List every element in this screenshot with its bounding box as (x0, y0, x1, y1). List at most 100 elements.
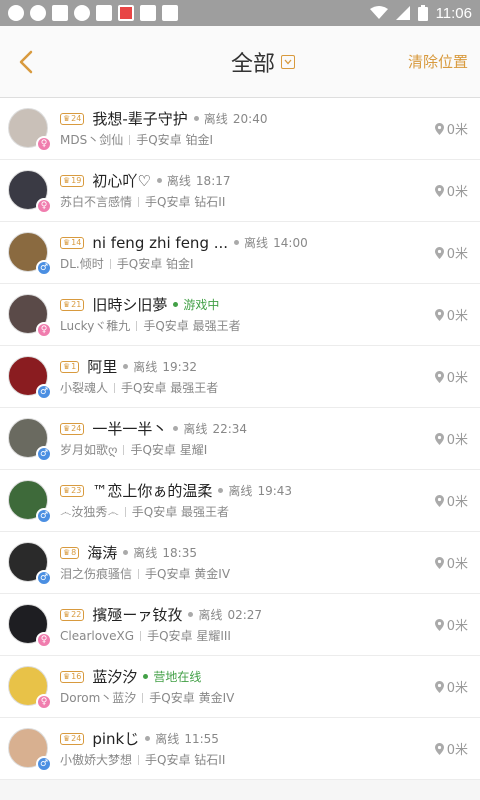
game-nickname: 小裂魂人 (60, 381, 109, 395)
level-badge: ♛ 24 (60, 112, 85, 125)
level-number: 19 (71, 175, 82, 185)
avatar[interactable]: ♂ (8, 417, 52, 462)
location-pin-icon (434, 184, 444, 197)
user-row[interactable]: ♀ ♛ 22 擯殛ーァ钕孜 离线 02:27 ClearloveXG 手Q安卓 星… (0, 594, 480, 656)
avatar[interactable]: ♂ (8, 541, 52, 586)
rank: 最强王者 (181, 505, 230, 519)
platform: 手Q安卓 (145, 195, 191, 209)
level-number: 24 (71, 113, 82, 123)
status-text: 离线 (133, 360, 158, 374)
status-text: 离线 (203, 112, 228, 126)
level-badge: ♛ 8 (60, 546, 80, 559)
rank: 钻石II (194, 195, 226, 209)
level-number: 24 (71, 733, 82, 743)
distance: 0米 (434, 553, 468, 572)
divider (138, 196, 140, 207)
distance-value: 0米 (446, 123, 468, 138)
user-row[interactable]: ♀ ♛ 21 旧時シ旧夢 游戏中 Luckyヾ稚九 手Q安卓 最强王者 0米 (0, 284, 480, 346)
user-row[interactable]: ♂ ♛ 1 阿里 离线 19:32 小裂魂人 手Q安卓 最强王者 0米 (0, 346, 480, 408)
offline-dot (188, 612, 194, 617)
game-nickname: 苏白不言感情 (60, 195, 133, 209)
location-pin-icon (434, 680, 444, 693)
avatar[interactable]: ♂ (8, 355, 52, 400)
platform: 手Q安卓 (145, 567, 191, 581)
dropdown-icon (281, 54, 295, 69)
clear-location-button[interactable]: 清除位置 (408, 51, 468, 72)
male-icon: ♂ (36, 259, 52, 276)
image-notification-icon (96, 5, 112, 21)
platform: 手Q安卓 (131, 505, 178, 519)
distance: 0米 (434, 367, 468, 386)
crown-icon: ♛ (63, 609, 71, 619)
location-pin-icon (434, 370, 444, 383)
status-text: 游戏中 (183, 298, 220, 312)
rank: 星耀I (179, 443, 208, 457)
avatar[interactable]: ♂ (8, 231, 52, 276)
divider (136, 320, 138, 331)
platform: 手Q安卓 (130, 443, 176, 457)
user-row[interactable]: ♂ ♛ 14 ni feng zhi feng ... 离线 14:00 DL.倾… (0, 222, 480, 284)
platform: 手Q安卓 (136, 133, 182, 147)
distance: 0米 (434, 615, 468, 634)
filter-selector[interactable]: 全部 (231, 46, 295, 78)
rank: 星耀III (196, 629, 231, 643)
male-icon: ♂ (36, 383, 52, 400)
avatar[interactable]: ♀ (8, 169, 52, 214)
location-pin-icon (434, 308, 444, 321)
last-seen-time: 19:32 (162, 359, 197, 374)
level-badge: ♛ 24 (60, 732, 85, 745)
distance: 0米 (434, 181, 468, 200)
user-name: 擯殛ーァ钕孜 (92, 606, 183, 624)
level-badge: ♛ 24 (60, 422, 85, 435)
platform: 手Q安卓 (149, 691, 195, 705)
distance: 0米 (434, 677, 468, 696)
user-row[interactable]: ♂ ♛ 24 一半一半丶 离线 22:34 岁月如歌ღ 手Q安卓 星耀I 0米 (0, 408, 480, 470)
divider (138, 568, 140, 579)
location-pin-icon (434, 432, 444, 445)
offline-dot (234, 240, 240, 245)
avatar[interactable]: ♀ (8, 665, 52, 710)
user-name: 蓝汐汐 (92, 668, 138, 686)
rank: 黄金IV (194, 567, 231, 581)
level-badge: ♛ 21 (60, 298, 85, 311)
divider (114, 382, 116, 393)
level-number: 14 (71, 237, 82, 247)
status-text: 离线 (244, 236, 269, 250)
user-row[interactable]: ♀ ♛ 16 蓝汐汐 营地在线 Dorom丶蓝汐 手Q安卓 黄金IV 0米 (0, 656, 480, 718)
back-button[interactable] (18, 42, 58, 82)
offline-dot (123, 550, 129, 555)
user-row[interactable]: ♀ ♛ 24 我想-辈子守护 离线 20:40 MDS丶剑仙 手Q安卓 铂金I 0… (0, 98, 480, 160)
level-badge: ♛ 16 (60, 670, 85, 683)
user-row[interactable]: ♂ ♛ 24 pinkじ 离线 11:55 小傲娇大梦想 手Q安卓 钻石II 0米 (0, 718, 480, 780)
user-row[interactable]: ♂ ♛ 8 海涛 离线 18:35 泪之伤痕骚信 手Q安卓 黄金IV 0米 (0, 532, 480, 594)
game-nickname: Luckyヾ稚九 (60, 319, 131, 333)
crown-icon: ♛ (63, 547, 71, 557)
crown-icon: ♛ (63, 671, 71, 681)
female-icon: ♀ (36, 631, 52, 648)
avatar[interactable]: ♀ (8, 603, 52, 648)
app-notification-icon (140, 5, 156, 21)
level-number: 21 (71, 299, 82, 309)
game-nickname: DL.倾时 (60, 257, 104, 271)
status-text: 离线 (228, 484, 253, 498)
divider (124, 506, 126, 517)
distance-value: 0米 (446, 743, 468, 758)
avatar[interactable]: ♀ (8, 293, 52, 338)
user-name: ™恋上你ぁ的温柔 (92, 482, 213, 500)
offline-dot (123, 364, 129, 369)
offline-dot (193, 116, 199, 121)
status-text: 营地在线 (153, 670, 202, 684)
notification-icons (8, 5, 370, 21)
signal-icon (395, 6, 410, 20)
avatar[interactable]: ♂ (8, 727, 52, 772)
location-pin-icon (434, 742, 444, 755)
app-notification-icon (52, 5, 68, 21)
chevron-left-icon (19, 50, 33, 73)
user-row[interactable]: ♀ ♛ 19 初心吖♡ 离线 18:17 苏白不言感情 手Q安卓 钻石II 0米 (0, 160, 480, 222)
rank: 最强王者 (170, 381, 219, 395)
avatar[interactable]: ♂ (8, 479, 52, 524)
avatar[interactable]: ♀ (8, 107, 52, 152)
user-name: 我想-辈子守护 (92, 110, 188, 128)
online-dot (173, 302, 179, 307)
user-row[interactable]: ♂ ♛ 23 ™恋上你ぁ的温柔 离线 19:43 ෴汝独秀෴ 手Q安卓 最强王者 … (0, 470, 480, 532)
